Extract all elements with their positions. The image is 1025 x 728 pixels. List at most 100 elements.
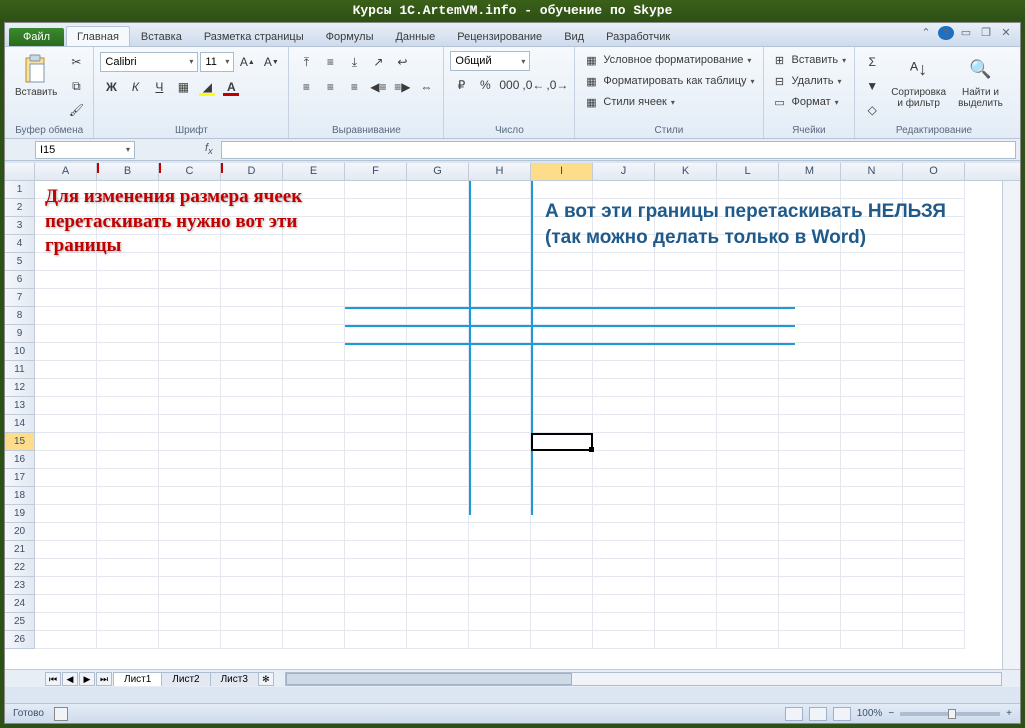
- fill-button[interactable]: ▼: [861, 75, 883, 97]
- underline-button[interactable]: Ч: [148, 76, 170, 98]
- tab-page-layout[interactable]: Разметка страницы: [193, 26, 315, 46]
- cell[interactable]: [841, 253, 903, 271]
- cell[interactable]: [469, 415, 531, 433]
- cell[interactable]: [283, 613, 345, 631]
- cell[interactable]: [159, 415, 221, 433]
- cell[interactable]: [407, 415, 469, 433]
- cell[interactable]: [407, 433, 469, 451]
- tab-view[interactable]: Вид: [553, 26, 595, 46]
- row-header[interactable]: 19: [5, 505, 35, 523]
- cell[interactable]: [655, 469, 717, 487]
- cell[interactable]: [221, 271, 283, 289]
- cell[interactable]: [903, 325, 965, 343]
- cell[interactable]: [407, 181, 469, 199]
- cell[interactable]: [841, 433, 903, 451]
- align-right-button[interactable]: ≡: [343, 76, 365, 98]
- row-header[interactable]: 5: [5, 253, 35, 271]
- cell[interactable]: [345, 541, 407, 559]
- cell[interactable]: [35, 379, 97, 397]
- cell[interactable]: [97, 469, 159, 487]
- align-bottom-button[interactable]: ⤓: [343, 51, 365, 73]
- cell[interactable]: [779, 505, 841, 523]
- cell[interactable]: [469, 397, 531, 415]
- cell[interactable]: [779, 469, 841, 487]
- cell[interactable]: [97, 271, 159, 289]
- row-header[interactable]: 1: [5, 181, 35, 199]
- cell[interactable]: [593, 595, 655, 613]
- decrease-decimal-button[interactable]: ,0→: [546, 74, 568, 96]
- cell[interactable]: [97, 541, 159, 559]
- cell[interactable]: [717, 289, 779, 307]
- cell[interactable]: [221, 289, 283, 307]
- cell[interactable]: [35, 541, 97, 559]
- cell[interactable]: [717, 631, 779, 649]
- cell[interactable]: [221, 379, 283, 397]
- cell[interactable]: [717, 469, 779, 487]
- align-center-button[interactable]: ≡: [319, 76, 341, 98]
- tab-data[interactable]: Данные: [384, 26, 446, 46]
- row-header[interactable]: 2: [5, 199, 35, 217]
- cell[interactable]: [903, 505, 965, 523]
- cell[interactable]: [283, 379, 345, 397]
- cell[interactable]: [283, 361, 345, 379]
- row-header[interactable]: 11: [5, 361, 35, 379]
- find-select-button[interactable]: 🔍 Найти и выделить: [954, 51, 1007, 111]
- cell[interactable]: [159, 361, 221, 379]
- cell[interactable]: [97, 613, 159, 631]
- wrap-text-button[interactable]: ↩: [391, 51, 413, 73]
- cell[interactable]: [283, 289, 345, 307]
- cell[interactable]: [97, 307, 159, 325]
- cell[interactable]: [221, 307, 283, 325]
- cell[interactable]: [655, 451, 717, 469]
- align-middle-button[interactable]: ≡: [319, 51, 341, 73]
- column-header[interactable]: O: [903, 163, 965, 180]
- cell[interactable]: [531, 613, 593, 631]
- cell[interactable]: [779, 613, 841, 631]
- cell[interactable]: [407, 595, 469, 613]
- cell[interactable]: [655, 487, 717, 505]
- cell[interactable]: [221, 577, 283, 595]
- cell[interactable]: [593, 379, 655, 397]
- cell[interactable]: [97, 325, 159, 343]
- column-header[interactable]: B: [97, 163, 159, 180]
- cell[interactable]: [159, 559, 221, 577]
- cell[interactable]: [779, 181, 841, 199]
- cell[interactable]: [97, 595, 159, 613]
- fill-color-button[interactable]: ◢: [196, 76, 218, 98]
- merge-button[interactable]: ⇔: [415, 76, 437, 98]
- row-header[interactable]: 17: [5, 469, 35, 487]
- cell[interactable]: [717, 505, 779, 523]
- cell[interactable]: [531, 325, 593, 343]
- cell[interactable]: [655, 505, 717, 523]
- cell[interactable]: [531, 541, 593, 559]
- cell[interactable]: [779, 451, 841, 469]
- cell[interactable]: [841, 577, 903, 595]
- cell[interactable]: [221, 343, 283, 361]
- copy-button[interactable]: ⧉: [65, 75, 87, 97]
- minimize-icon[interactable]: ▭: [958, 26, 974, 40]
- cell[interactable]: [97, 505, 159, 523]
- column-header[interactable]: N: [841, 163, 903, 180]
- cell[interactable]: [345, 559, 407, 577]
- tab-home[interactable]: Главная: [66, 26, 130, 46]
- cell[interactable]: [593, 451, 655, 469]
- cell[interactable]: [469, 289, 531, 307]
- cell[interactable]: [531, 253, 593, 271]
- minimize-ribbon-icon[interactable]: ⌃: [918, 26, 934, 40]
- cell[interactable]: [407, 199, 469, 217]
- cell[interactable]: [345, 631, 407, 649]
- tab-developer[interactable]: Разработчик: [595, 26, 681, 46]
- cell[interactable]: [345, 577, 407, 595]
- cell[interactable]: [345, 613, 407, 631]
- cell[interactable]: [903, 559, 965, 577]
- cell[interactable]: [593, 631, 655, 649]
- cell[interactable]: [469, 541, 531, 559]
- cell[interactable]: [407, 361, 469, 379]
- cell[interactable]: [779, 379, 841, 397]
- cell[interactable]: [841, 595, 903, 613]
- zoom-in-button[interactable]: +: [1006, 708, 1012, 719]
- row-header[interactable]: 13: [5, 397, 35, 415]
- cell[interactable]: [593, 613, 655, 631]
- cell[interactable]: [593, 397, 655, 415]
- column-header[interactable]: D: [221, 163, 283, 180]
